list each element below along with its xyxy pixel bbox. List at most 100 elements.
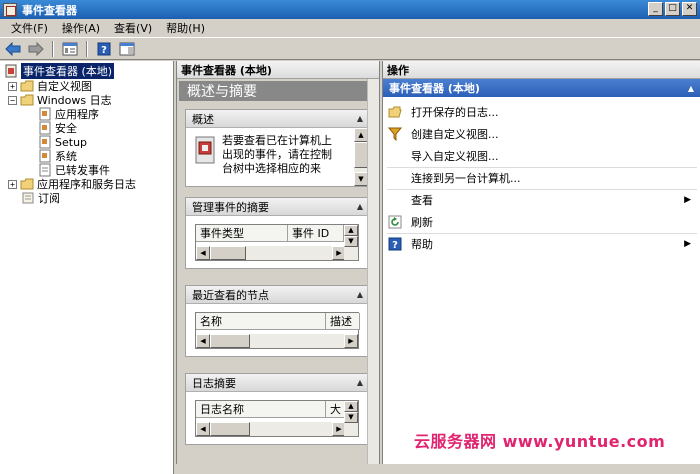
section-title: 最近查看的节点	[192, 288, 269, 302]
show-hide-tree-button[interactable]	[60, 40, 80, 58]
actions-subheader[interactable]: 事件查看器 (本地) ▲	[383, 79, 700, 97]
watermark: 云服务器网 www.yuntue.com	[414, 432, 666, 451]
column-header-event-type[interactable]: 事件类型	[196, 225, 288, 242]
column-header-name[interactable]: 名称	[196, 313, 326, 330]
scroll-thumb[interactable]	[210, 334, 250, 348]
tree-label: Setup	[55, 135, 88, 149]
action-refresh[interactable]: 刷新	[383, 211, 700, 233]
menu-bar: 文件(F) 操作(A) 查看(V) 帮助(H)	[0, 19, 700, 37]
scroll-up-button[interactable]: ▲	[354, 128, 368, 142]
horizontal-scrollbar[interactable]: ◀ ▶	[196, 422, 346, 436]
back-arrow-icon	[5, 41, 21, 56]
action-connect-computer[interactable]: 连接到另一台计算机...	[383, 167, 700, 189]
scroll-up-button[interactable]: ▲	[344, 401, 358, 412]
section-header[interactable]: 概述 ▲	[186, 110, 368, 128]
subscription-icon	[22, 192, 34, 204]
scroll-thumb[interactable]	[354, 142, 368, 168]
svg-text:?: ?	[101, 45, 107, 56]
maximize-button[interactable]: □	[665, 2, 680, 16]
collapse-icon[interactable]: −	[8, 95, 17, 105]
scroll-thumb[interactable]	[210, 422, 250, 436]
vertical-scrollbar[interactable]: ▲ ▼	[344, 225, 358, 260]
collapse-icon[interactable]: ▲	[357, 202, 363, 211]
section-header[interactable]: 日志摘要 ▲	[186, 374, 368, 392]
menu-help[interactable]: 帮助(H)	[159, 20, 212, 36]
menu-file[interactable]: 文件(F)	[4, 20, 55, 36]
tree-item-system[interactable]: 系统	[38, 149, 77, 163]
tree-item-app-service-logs[interactable]: + 应用程序和服务日志	[8, 177, 136, 191]
section-header[interactable]: 管理事件的摘要 ▲	[186, 198, 368, 216]
collapse-icon[interactable]: ▲	[357, 290, 363, 299]
import-icon	[388, 149, 402, 163]
tree-item-root[interactable]: 事件查看器 (本地)	[4, 63, 115, 79]
window-title: 事件查看器	[22, 3, 77, 17]
action-view[interactable]: 查看 ▶	[383, 189, 700, 211]
action-label: 帮助	[411, 238, 433, 251]
scroll-up-button[interactable]: ▲	[344, 225, 358, 236]
section-title: 概述	[192, 112, 214, 126]
title-bar: 事件查看器 _ □ ✕	[0, 0, 700, 19]
close-button[interactable]: ✕	[682, 2, 697, 16]
overview-scrollbar[interactable]: ▲ ▼	[354, 128, 368, 186]
column-header-event-id[interactable]: 事件 ID	[288, 225, 344, 242]
scroll-left-button[interactable]: ◀	[196, 334, 210, 348]
action-import-custom-view[interactable]: 导入自定义视图...	[383, 145, 700, 167]
collapse-icon[interactable]: ▲	[357, 114, 363, 123]
overview-title: 概述与摘要	[179, 81, 367, 101]
folder-icon	[20, 80, 34, 92]
expand-icon[interactable]: +	[8, 81, 17, 91]
scroll-left-button[interactable]: ◀	[196, 422, 210, 436]
horizontal-scrollbar[interactable]: ◀ ▶	[196, 246, 346, 260]
tree-item-setup[interactable]: Setup	[38, 135, 87, 149]
show-hide-action-pane-button[interactable]	[117, 40, 137, 58]
back-button[interactable]	[3, 40, 23, 58]
collapse-icon[interactable]: ▲	[357, 378, 363, 387]
scroll-left-button[interactable]: ◀	[196, 246, 210, 260]
details-pane: 事件查看器 (本地) 概述与摘要 概述 ▲ 若要查看已在计算机上 出现的事件，请…	[176, 61, 380, 464]
status-strip	[176, 464, 700, 474]
help-icon: ?	[97, 42, 111, 56]
collapse-icon[interactable]: ▲	[688, 84, 694, 93]
scroll-down-button[interactable]: ▼	[344, 236, 358, 247]
expand-icon[interactable]: +	[8, 179, 17, 189]
details-pane-scrollbar[interactable]	[367, 79, 379, 464]
event-viewer-icon	[3, 2, 17, 17]
column-header-log-name[interactable]: 日志名称	[196, 401, 326, 418]
details-pane-header: 事件查看器 (本地)	[177, 61, 379, 79]
action-help[interactable]: ? 帮助 ▶	[383, 233, 700, 255]
action-label: 打开保存的日志...	[411, 106, 499, 119]
menu-view[interactable]: 查看(V)	[107, 20, 159, 36]
scroll-down-button[interactable]: ▼	[354, 172, 368, 186]
recent-nodes-list: 名称 描述 ◀ ▶	[195, 312, 360, 349]
scroll-down-button[interactable]: ▼	[344, 412, 358, 423]
window-controls: _ □ ✕	[648, 2, 697, 16]
column-header-description[interactable]: 描述	[326, 313, 360, 330]
overview-text: 若要查看已在计算机上 出现的事件，请在控制 台树中选择相应的来	[222, 134, 354, 178]
vertical-scrollbar[interactable]: ▲ ▼	[344, 401, 358, 436]
log-icon	[39, 135, 51, 149]
scroll-thumb[interactable]	[210, 246, 246, 260]
refresh-icon	[388, 215, 402, 229]
action-create-custom-view[interactable]: 创建自定义视图...	[383, 123, 700, 145]
tree-item-forwarded-events[interactable]: 已转发事件	[38, 163, 110, 177]
horizontal-scrollbar[interactable]: ◀ ▶	[196, 334, 358, 348]
tree-item-application[interactable]: 应用程序	[38, 107, 99, 121]
tree-label: 安全	[55, 122, 77, 135]
minimize-button[interactable]: _	[648, 2, 663, 16]
menu-action[interactable]: 操作(A)	[55, 20, 107, 36]
tree-item-windows-logs[interactable]: − Windows 日志	[8, 93, 112, 107]
action-open-saved-log[interactable]: 打开保存的日志...	[383, 101, 700, 123]
tree-item-subscriptions[interactable]: 订阅	[21, 191, 60, 205]
recent-nodes-section: 最近查看的节点 ▲ 名称 描述 ◀ ▶	[185, 285, 369, 357]
help-icon: ?	[388, 237, 402, 251]
help-toolbar-button[interactable]: ?	[94, 40, 114, 58]
action-label: 查看	[411, 194, 433, 207]
forward-button[interactable]	[26, 40, 46, 58]
tree-item-custom-views[interactable]: + 自定义视图	[8, 79, 92, 93]
section-header[interactable]: 最近查看的节点 ▲	[186, 286, 368, 304]
column-header-size[interactable]: 大	[326, 401, 346, 418]
scroll-right-button[interactable]: ▶	[344, 334, 358, 348]
action-label: 连接到另一台计算机...	[411, 172, 521, 185]
admin-events-list: 事件类型 事件 ID ◀ ▶ ▲ ▼	[195, 224, 359, 261]
tree-item-security[interactable]: 安全	[38, 121, 77, 135]
